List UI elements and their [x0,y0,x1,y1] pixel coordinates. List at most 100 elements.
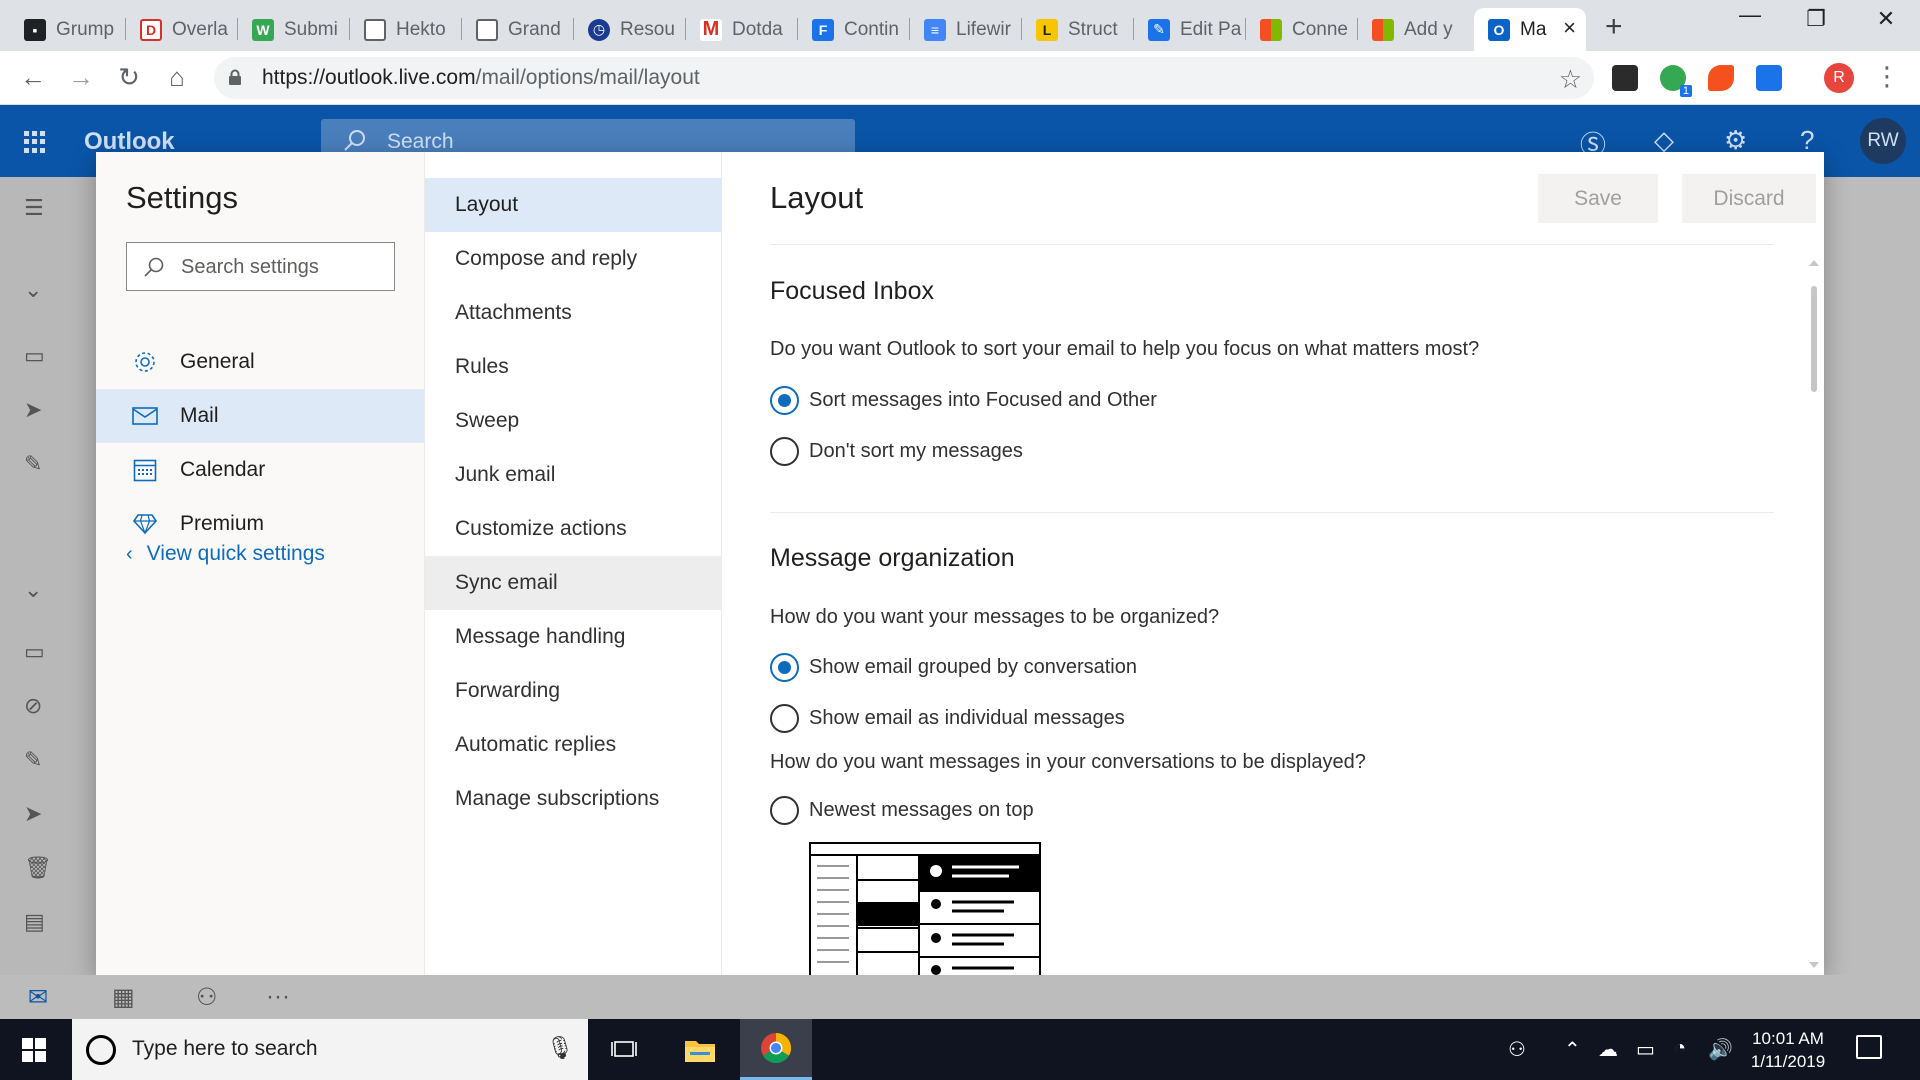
radio-individual-messages[interactable]: Show email as individual messages [770,704,1125,733]
new-tab-button[interactable]: + [1605,10,1623,44]
close-window-button[interactable]: ✕ [1866,6,1906,32]
file-icon [364,18,386,41]
subcategory-compose-and-reply[interactable]: Compose and reply [425,232,722,286]
view-quick-settings-link[interactable]: ‹ View quick settings [126,542,325,566]
extension-icon[interactable] [1756,65,1782,91]
radio-grouped-by-conversation[interactable]: Show email grouped by conversation [770,653,1137,682]
people-icon[interactable]: ⚇ [196,983,218,1012]
user-avatar[interactable]: RW [1860,118,1906,164]
taskbar-clock[interactable]: 10:01 AM 1/11/2019 [1746,1027,1830,1073]
subcategory-junk-email[interactable]: Junk email [425,448,722,502]
taskbar-search-box[interactable]: Type here to search 🎙 [72,1019,588,1080]
app-launcher-icon[interactable] [24,131,46,153]
windows-start-icon[interactable] [22,1038,46,1062]
message-organization-heading: Message organization [770,544,1015,572]
discard-button[interactable]: Discard [1682,174,1816,223]
browser-tab[interactable]: Conne [1246,8,1358,51]
microsoft-icon [1260,18,1282,41]
subcategory-rules[interactable]: Rules [425,340,722,394]
restore-button[interactable]: ❐ [1796,6,1836,32]
minimize-button[interactable]: — [1730,2,1770,28]
radio-newest-on-top[interactable]: Newest messages on top [770,796,1034,825]
browser-tab-active[interactable]: O Ma × [1474,8,1586,51]
browser-tab[interactable]: Add y [1358,8,1470,51]
trash-icon: 🗑 [24,855,52,880]
settings-category-mail[interactable]: Mail [96,389,424,443]
settings-category-general[interactable]: General [96,335,424,389]
content-scrollbar[interactable] [1808,256,1820,972]
subcategory-automatic-replies[interactable]: Automatic replies [425,718,722,772]
extension-icon[interactable]: 1 [1660,65,1692,97]
browser-tab[interactable]: Hekto [350,8,462,51]
browser-tab[interactable]: W Submi [238,8,350,51]
browser-tab[interactable]: ▪ Grump [10,8,126,51]
browser-tab[interactable]: F Contin [798,8,910,51]
close-tab-icon[interactable]: × [1563,15,1576,41]
browser-tab[interactable]: M Dotda [686,8,798,51]
browser-tab[interactable]: ✎ Edit Pa [1134,8,1246,51]
mail-icon [132,403,158,429]
browser-tab[interactable]: D Overla [126,8,238,51]
outlook-icon: O [1488,18,1510,41]
forward-arrow-icon[interactable]: → [64,62,98,92]
chevron-down-icon: ⌄ [24,577,43,602]
wifi-icon[interactable]: ◔ [1674,1037,1686,1060]
save-button[interactable]: Save [1538,174,1658,223]
radio-dont-sort[interactable]: Don't sort my messages [770,437,1023,466]
extension-icon[interactable] [1612,65,1638,91]
reload-icon[interactable]: ↻ [112,62,146,92]
subcategory-forwarding[interactable]: Forwarding [425,664,722,718]
subcategory-layout[interactable]: Layout [425,178,722,232]
subcategory-customize-actions[interactable]: Customize actions [425,502,722,556]
browser-toolbar: ← → ↻ ⌂ https://outlook.live.com/mail/op… [0,51,1920,105]
focused-inbox-question: Do you want Outlook to sort your email t… [770,338,1480,360]
people-icon[interactable]: ⚇ [1508,1037,1526,1062]
browser-tab-strip: ▪ Grump D Overla W Submi Hekto Grand ◷ R… [0,0,1920,51]
subcategory-attachments[interactable]: Attachments [425,286,722,340]
pencil-icon: ✎ [24,747,43,772]
subcategory-message-handling[interactable]: Message handling [425,610,722,664]
calendar-icon[interactable]: ▦ [112,983,135,1012]
file-explorer-icon[interactable] [664,1019,736,1080]
back-arrow-icon[interactable]: ← [16,62,50,92]
settings-category-pane: Settings Search settings General Mail Ca… [96,152,425,975]
notification-center-icon[interactable] [1856,1035,1882,1059]
browser-tab[interactable]: Grand [462,8,574,51]
menu-dots-icon[interactable]: ⋮ [1874,61,1900,92]
battery-icon[interactable]: ▭ [1636,1037,1655,1062]
more-dots-icon[interactable]: ··· [266,983,290,1011]
mail-icon[interactable]: ✉ [28,983,48,1012]
onedrive-icon[interactable]: ☁ [1598,1037,1618,1062]
microphone-icon[interactable]: 🎙 [546,1035,574,1061]
extension-icon[interactable] [1708,65,1734,91]
document-icon: D [140,18,162,41]
scrollbar-thumb[interactable] [1811,286,1817,392]
settings-dialog: Settings Search settings General Mail Ca… [96,152,1824,975]
browser-tab[interactable]: ◷ Resou [574,8,686,51]
radio-unchecked-icon [770,704,799,733]
chevron-down-icon: ⌄ [24,277,43,302]
chrome-taskbar-icon[interactable] [740,1019,812,1080]
address-bar[interactable]: https://outlook.live.com/mail/options/ma… [214,57,1594,99]
subcategory-manage-subscriptions[interactable]: Manage subscriptions [425,772,722,826]
settings-search-input[interactable]: Search settings [126,242,395,291]
url-text: https://outlook.live.com/mail/options/ma… [262,66,700,89]
volume-icon[interactable]: 🔊 [1708,1037,1733,1062]
profile-avatar[interactable]: R [1824,63,1854,93]
browser-tab[interactable]: ≡ Lifewir [910,8,1022,51]
clock-icon: ◷ [588,18,610,41]
subcategory-sweep[interactable]: Sweep [425,394,722,448]
browser-tab[interactable]: L Struct [1022,8,1134,51]
settings-category-calendar[interactable]: Calendar [96,443,424,497]
task-view-icon[interactable] [588,1019,660,1080]
chevron-up-icon[interactable]: ⌃ [1564,1037,1581,1062]
home-icon[interactable]: ⌂ [160,62,194,92]
subcategory-sync-email[interactable]: Sync email [425,556,722,610]
send-icon: ➤ [24,801,43,826]
edit-icon: ✎ [1148,18,1170,41]
radio-sort-focused-other[interactable]: Sort messages into Focused and Other [770,386,1157,415]
bookmark-star-icon[interactable]: ☆ [1559,64,1582,95]
search-icon [344,130,365,151]
settings-title: Settings [126,180,239,215]
page-title: Layout [770,180,864,215]
